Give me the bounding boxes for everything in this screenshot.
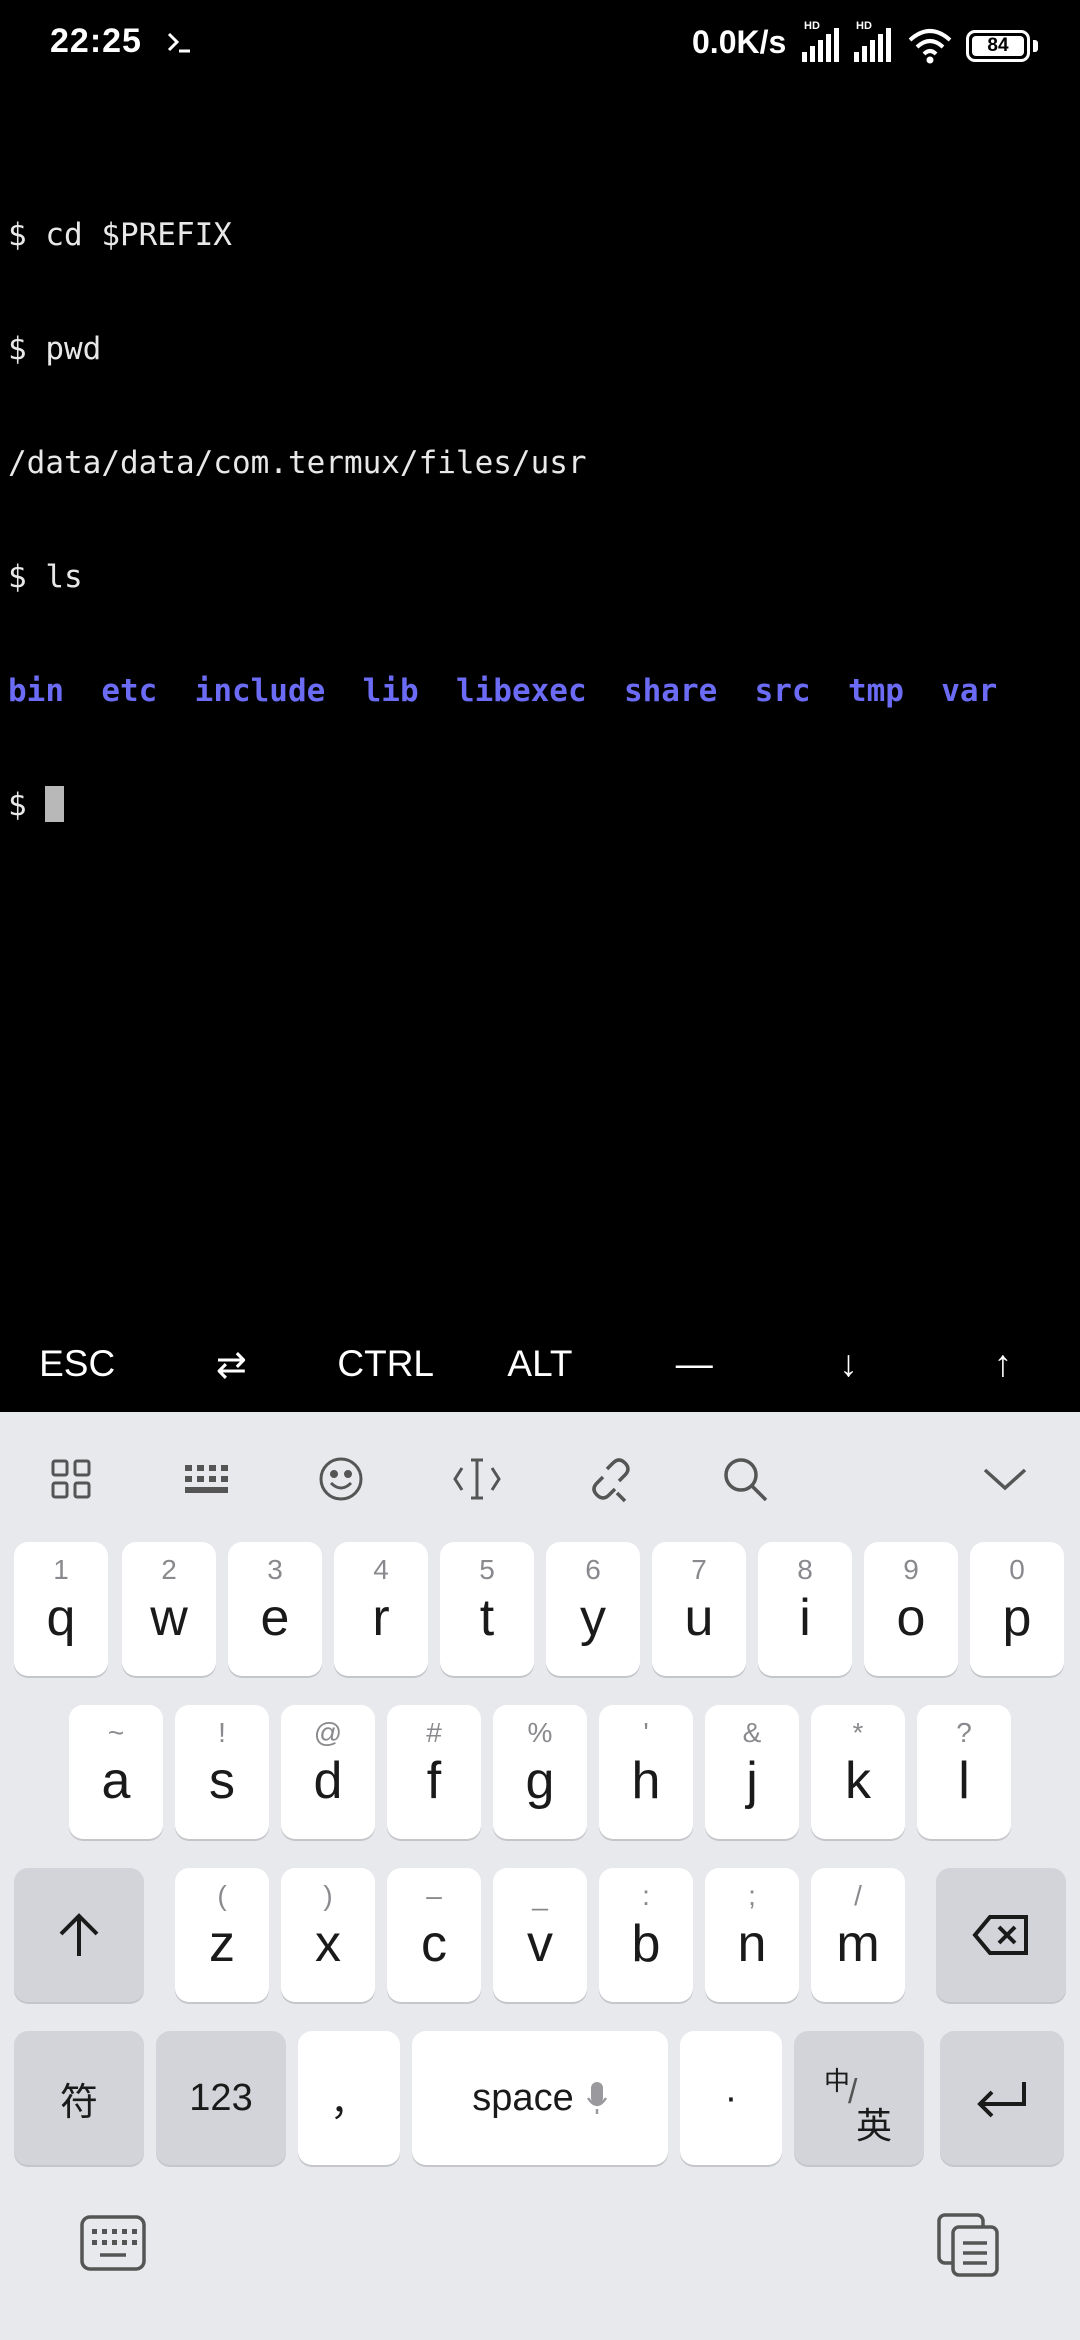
emoji-icon[interactable] [314,1452,368,1506]
numbers-key[interactable]: 123 [156,2031,286,2165]
prompt: $ [8,787,46,823]
key-c[interactable]: – c [387,1868,481,2002]
period-key[interactable]: · [680,2031,782,2165]
ls-item: src [754,673,811,709]
key-f[interactable]: # f [387,1705,481,1839]
status-time: 22:25 [50,22,142,60]
key-u[interactable]: 7u [652,1542,746,1676]
grid-icon[interactable] [44,1452,98,1506]
text-cursor [45,786,65,822]
key-a[interactable]: ~ a [69,1705,163,1839]
key-p[interactable]: 0p [970,1542,1064,1676]
alt-key[interactable]: ALT [463,1316,617,1412]
collapse-keyboard-icon[interactable] [978,1452,1032,1506]
terminal-line: $ pwd [8,331,102,367]
key-x[interactable]: ) x [281,1868,375,2002]
status-bar: 22:25 0.0K/s HD HD 84 [0,0,1080,96]
language-switch-key[interactable]: 中 / 英 [794,2031,924,2165]
space-key[interactable]: space [412,2031,668,2165]
extra-keys-bar: ESC ⇄ CTRL ALT — ↓ ↑ [0,1316,1080,1412]
key-g[interactable]: % g [493,1705,587,1839]
wifi-icon [908,29,952,64]
shift-arrow-icon [59,1913,99,1956]
soft-keyboard: 1q 2w 3e 4r 5t 6y 7u 8i 9o 0p ~ a ! s @ d #… [0,1412,1080,2340]
ls-item: share [623,673,718,709]
key-q[interactable]: 1q [14,1542,108,1676]
key-w[interactable]: 2w [122,1542,216,1676]
ls-item: bin [8,673,64,709]
ls-item: lib [362,673,419,709]
comma-key[interactable]: ， [298,2031,400,2165]
key-d[interactable]: @ d [281,1705,375,1839]
key-t[interactable]: 5t [440,1542,534,1676]
key-s[interactable]: ! s [175,1705,269,1839]
cursor-move-icon[interactable] [450,1452,504,1506]
signal-1-icon: HD [800,20,840,68]
enter-key[interactable] [940,2031,1064,2165]
terminal-view[interactable]: $ cd $PREFIX $ pwd /data/data/com.termux… [0,96,1080,1316]
keyboard-switch-icon[interactable] [78,2212,148,2274]
key-k[interactable]: * k [811,1705,905,1839]
key-n[interactable]: ; n [705,1868,799,2002]
signal-2-icon: HD [852,20,892,68]
key-h[interactable]: ' h [599,1705,693,1839]
enter-icon [977,2082,1026,2118]
key-l[interactable]: ? l [917,1705,1011,1839]
shift-key[interactable] [14,1868,144,2002]
terminal-output: $ cd $PREFIX $ pwd /data/data/com.termux… [8,140,997,900]
ctrl-key[interactable]: CTRL [309,1316,463,1412]
ls-item: etc [101,673,158,709]
arrow-up-key[interactable]: ↑ [926,1316,1080,1412]
terminal-line: $ cd $PREFIX [8,217,232,253]
terminal-line: /data/data/com.termux/files/usr [8,445,587,481]
clipboard-link-icon[interactable] [584,1452,638,1506]
clipboard-icon[interactable] [934,2212,1004,2278]
ls-output: bin etc include lib libexec share src tm… [8,672,997,710]
ls-item: var [941,673,998,709]
network-speed: 0.0K/s [692,24,787,60]
terminal-line: $ ls [8,559,83,595]
key-b[interactable]: :b [599,1868,693,2002]
symbol-key[interactable]: 符 [14,2031,144,2165]
key-m[interactable]: / m [811,1868,905,2002]
prompt-line: $ [8,786,997,824]
arrow-down-key[interactable]: ↓ [771,1316,925,1412]
keyboard-toolbar [0,1412,1080,1542]
key-z[interactable]: (z [175,1868,269,2002]
esc-key[interactable]: ESC [0,1316,154,1412]
dash-key[interactable]: — [617,1316,771,1412]
key-r[interactable]: 4r [334,1542,428,1676]
key-i[interactable]: 8i [758,1542,852,1676]
keyboard-layout-icon[interactable] [180,1452,234,1506]
ls-item: include [194,673,326,709]
key-j[interactable]: & j [705,1705,799,1839]
battery-icon: 84 [966,30,1030,62]
battery-level: 84 [972,36,1024,56]
backspace-icon [972,1915,1028,1955]
key-o[interactable]: 9o [864,1542,958,1676]
key-y[interactable]: 6y [546,1542,640,1676]
terminal-app-icon [167,32,190,53]
key-v[interactable]: _ v [493,1868,587,2002]
search-icon[interactable] [718,1452,772,1506]
tab-key[interactable]: ⇄ [154,1316,308,1412]
ls-item: tmp [847,673,904,709]
key-e[interactable]: 3e [228,1542,322,1676]
ls-item: libexec [455,673,587,709]
mic-icon [586,2082,607,2114]
backspace-key[interactable] [936,1868,1066,2002]
